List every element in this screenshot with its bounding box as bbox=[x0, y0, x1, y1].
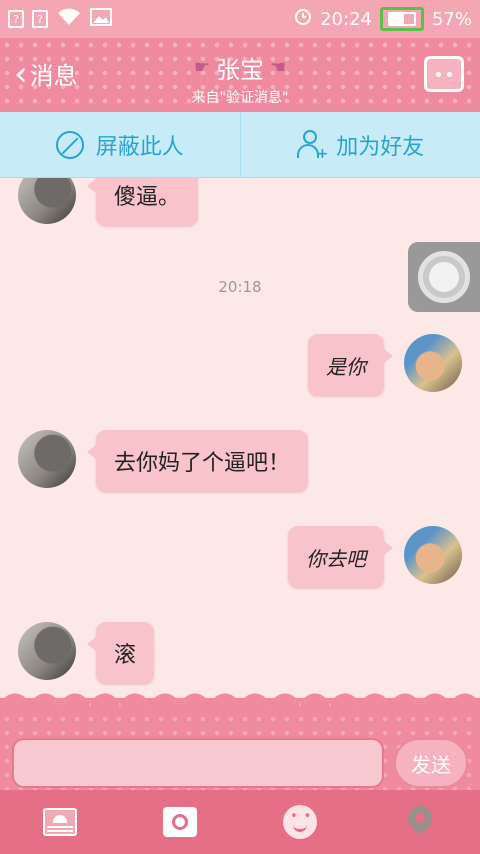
image-notification-icon bbox=[90, 8, 112, 30]
pointing-hand-left-icon: ☛ bbox=[193, 57, 210, 78]
block-user-button[interactable]: 屏蔽此人 bbox=[0, 112, 240, 177]
block-label: 屏蔽此人 bbox=[95, 134, 184, 160]
message-timestamp: 20:18 bbox=[218, 278, 262, 296]
contact-avatar[interactable] bbox=[18, 622, 76, 680]
user-avatar[interactable] bbox=[404, 526, 462, 584]
message-bubble[interactable]: 是你 bbox=[308, 334, 393, 396]
sim1-icon: ? bbox=[8, 10, 24, 28]
attachment-toolbar bbox=[0, 790, 480, 854]
message-bubble[interactable]: 去你妈了个逼吧！ bbox=[86, 430, 309, 492]
battery-icon bbox=[379, 7, 424, 31]
message-input[interactable] bbox=[12, 738, 384, 788]
action-bar: 屏蔽此人 + 加为好友 bbox=[0, 112, 480, 178]
battery-percent: 57% bbox=[431, 8, 472, 30]
sim2-icon: ? bbox=[32, 10, 48, 28]
add-friend-button[interactable]: + 加为好友 bbox=[239, 112, 480, 177]
emoji-icon bbox=[283, 805, 317, 839]
chat-header: ‹ 消息 ☛ 张宝 ☚ 来自"验证消息" bbox=[0, 38, 480, 112]
assistive-touch-button[interactable] bbox=[408, 242, 480, 312]
message-bubble[interactable]: 滚 bbox=[86, 622, 155, 684]
pointing-hand-right-icon: ☚ bbox=[270, 57, 287, 78]
message-bubble[interactable]: 你去吧 bbox=[288, 526, 393, 588]
send-button[interactable]: 发送 bbox=[394, 738, 468, 788]
wifi-icon bbox=[56, 7, 82, 31]
location-pin-icon bbox=[403, 801, 437, 835]
message-bubble[interactable]: 傻逼。 bbox=[86, 178, 199, 226]
message-list[interactable]: 傻逼。 20:18 是你 去你妈了个逼吧！ 你去吧 滚 bbox=[0, 178, 480, 698]
clock-time: 20:24 bbox=[320, 8, 372, 30]
dot-icon bbox=[447, 71, 452, 77]
page-title: 张宝 bbox=[216, 56, 264, 84]
emoji-button[interactable] bbox=[240, 790, 360, 854]
block-icon bbox=[55, 130, 84, 159]
profile-button[interactable] bbox=[424, 56, 464, 92]
title-block: ☛ 张宝 ☚ 来自"验证消息" bbox=[0, 50, 480, 107]
page-subtitle: 来自"验证消息" bbox=[191, 90, 289, 106]
composer: 发送 bbox=[0, 688, 480, 790]
gallery-button[interactable] bbox=[0, 790, 120, 854]
alarm-icon bbox=[294, 8, 312, 31]
camera-button[interactable] bbox=[120, 790, 240, 854]
add-person-icon: + bbox=[296, 129, 328, 162]
contact-avatar[interactable] bbox=[18, 430, 76, 488]
dot-icon bbox=[436, 71, 441, 77]
user-avatar[interactable] bbox=[404, 334, 462, 392]
status-bar: ? ? 20:24 57% bbox=[0, 0, 480, 38]
camera-icon bbox=[163, 807, 197, 837]
location-button[interactable] bbox=[360, 790, 480, 854]
contact-avatar[interactable] bbox=[18, 178, 76, 224]
add-friend-label: 加为好友 bbox=[336, 134, 425, 160]
gallery-icon bbox=[43, 808, 77, 836]
